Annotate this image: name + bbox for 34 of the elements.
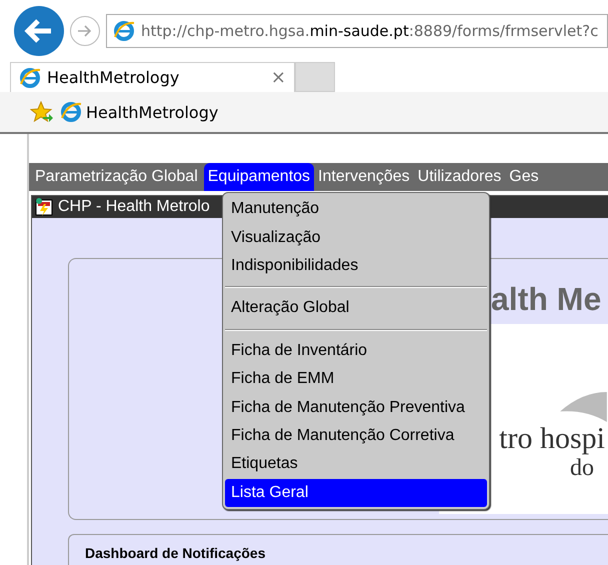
menu-item[interactable]: Intervenções xyxy=(314,163,414,191)
browser-logo-icon xyxy=(60,101,82,123)
dashboard-title: Dashboard de Notificações xyxy=(85,545,266,561)
window-title: CHP - Health Metrolo xyxy=(58,198,210,216)
page-heading: alth Me xyxy=(491,281,602,318)
app-logo-icon xyxy=(34,197,54,217)
address-field[interactable]: http://chp-metro.hgsa.min-saude.pt:8889/forms/frmservlet?c xyxy=(106,14,608,48)
dropdown-item[interactable]: Manutenção xyxy=(225,195,487,224)
dropdown-item[interactable]: Etiquetas xyxy=(225,450,487,479)
favorite-link[interactable]: HealthMetrology xyxy=(60,101,218,123)
forward-arrow-icon xyxy=(76,23,94,39)
logo-text: tro hospi xyxy=(499,422,605,456)
back-arrow-icon xyxy=(24,18,54,44)
dropdown-item[interactable]: Visualização xyxy=(225,223,487,252)
dropdown-item[interactable]: Ficha de EMM xyxy=(225,364,487,394)
browser-tab[interactable]: HealthMetrology × xyxy=(10,62,295,92)
back-button[interactable] xyxy=(14,6,64,56)
logo-text: do xyxy=(570,456,594,480)
menu-item[interactable]: Ges xyxy=(505,163,543,191)
dropdown-item[interactable]: Alteração Global xyxy=(225,294,487,323)
dropdown-item[interactable]: Indisponibilidades xyxy=(225,252,487,280)
browser-logo-icon xyxy=(19,66,41,88)
dropdown-item[interactable]: Ficha de Inventário xyxy=(225,336,487,365)
dropdown-item[interactable]: Ficha de Manutenção Corretiva xyxy=(225,422,487,450)
close-tab-icon[interactable]: × xyxy=(270,67,286,88)
forward-button[interactable] xyxy=(70,16,100,46)
browser-logo-icon xyxy=(113,20,135,42)
url-text: http://chp-metro.hgsa.min-saude.pt:8889/forms/frmservlet?c xyxy=(141,22,598,40)
menu-item[interactable]: Utilizadores xyxy=(414,163,506,191)
dropdown-item[interactable]: Ficha de Manutenção Preventiva xyxy=(225,393,487,422)
dropdown-item[interactable]: Lista Geral xyxy=(225,478,487,507)
menu-item[interactable]: Equipamentos xyxy=(204,163,314,191)
favorites-star-icon[interactable] xyxy=(30,101,54,123)
menu-item[interactable]: Parametrização Global xyxy=(31,163,202,191)
